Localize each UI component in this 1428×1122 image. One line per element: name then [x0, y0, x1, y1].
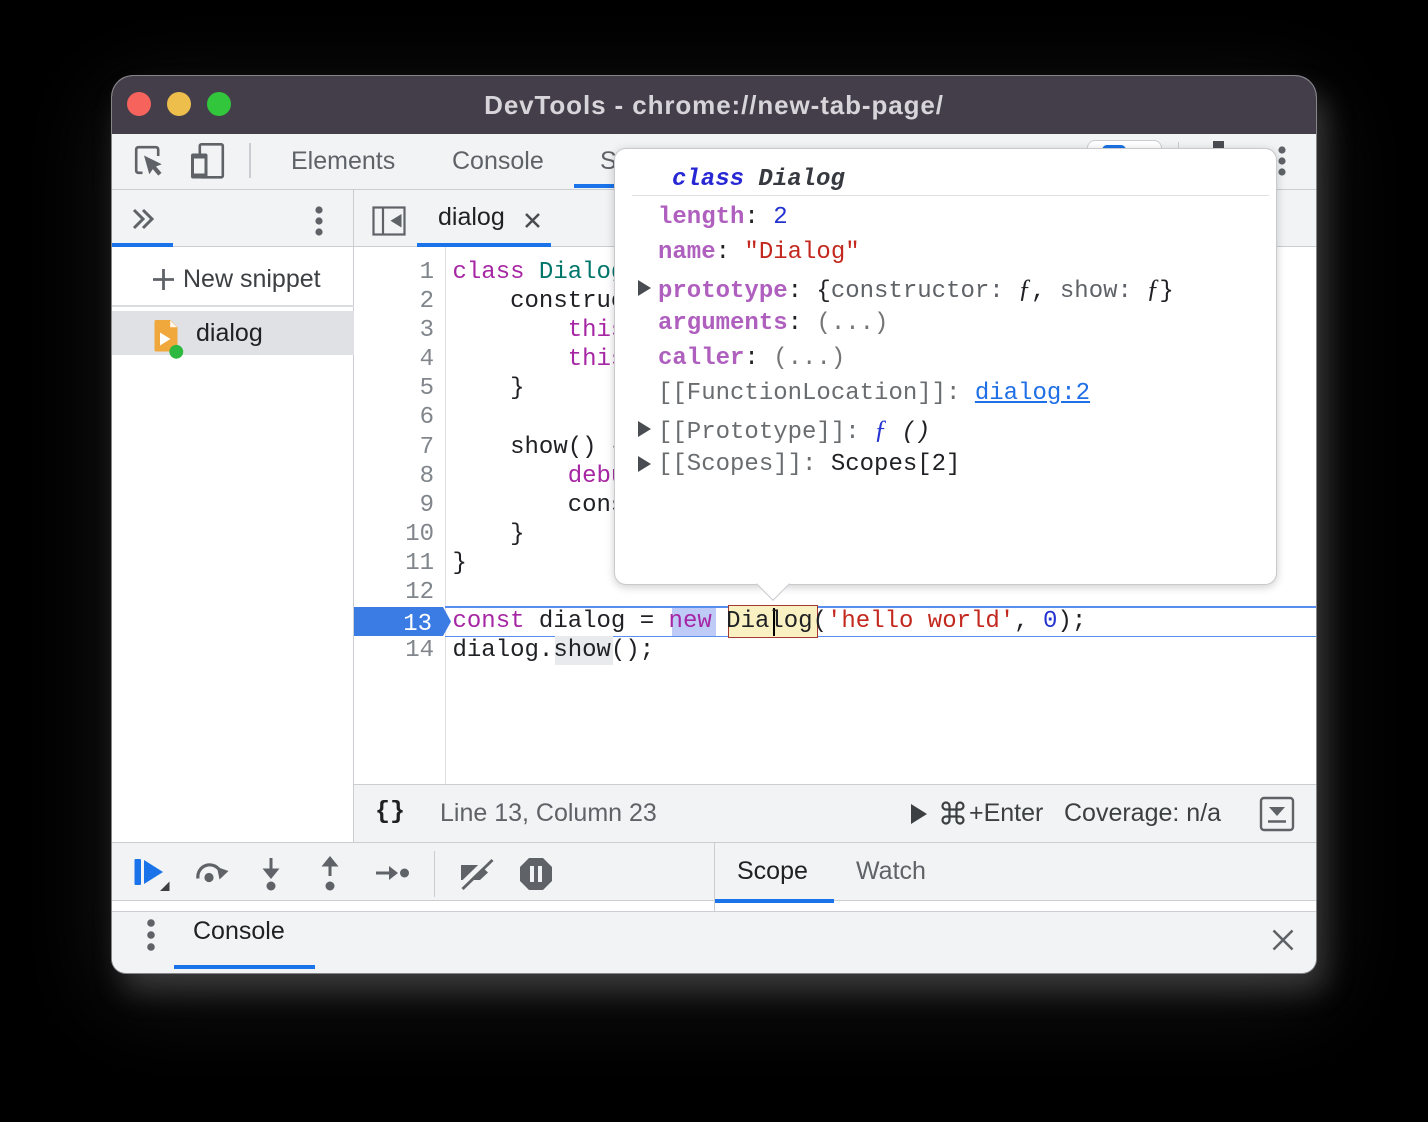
svg-text:13: 13: [403, 611, 432, 636]
